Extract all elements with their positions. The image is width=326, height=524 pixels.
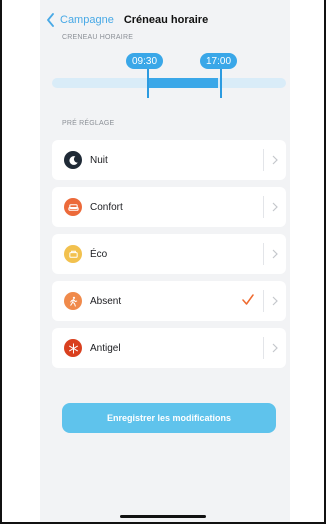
end-time-bubble[interactable]: 17:00 [200,53,238,69]
chevron-left-icon [47,13,54,27]
walking-person-icon [64,292,82,310]
preset-label: Confort [90,201,123,213]
divider [263,149,264,171]
home-indicator[interactable] [120,515,206,518]
preset-item-absent[interactable]: Absent [52,281,286,321]
end-handle[interactable] [220,68,222,98]
preset-label: Antigel [90,342,121,354]
sofa-icon [64,198,82,216]
chevron-right-icon [272,249,278,259]
start-handle[interactable] [147,68,149,98]
divider [263,337,264,359]
preset-item-confort[interactable]: Confort [52,187,286,227]
back-label: Campagne [60,14,114,26]
divider [263,243,264,265]
preset-label: Nuit [90,154,108,166]
snowflake-icon [64,339,82,357]
time-slot-slider[interactable]: 09:30 17:00 [52,50,286,100]
checkmark-icon [242,294,254,305]
divider [263,290,264,312]
navigation-bar: Campagne Créneau horaire [40,10,290,30]
preset-item-eco[interactable]: Éco [52,234,286,274]
back-button[interactable]: Campagne [40,13,114,27]
preset-list: Nuit Confort Éco Absent Antigel [52,140,286,375]
section-label-presets: PRÉ RÉGLAGE [62,120,115,127]
save-changes-button[interactable]: Enregistrer les modifications [62,403,276,433]
section-label-time-slot: CRENEAU HORAIRE [62,34,134,41]
chevron-right-icon [272,155,278,165]
eco-icon [64,245,82,263]
chevron-right-icon [272,202,278,212]
divider [263,196,264,218]
moon-icon [64,151,82,169]
device-frame-left [0,0,2,524]
preset-label: Absent [90,295,122,307]
start-time-bubble[interactable]: 09:30 [126,53,164,69]
preset-item-antigel[interactable]: Antigel [52,328,286,368]
page-title: Créneau horaire [123,14,209,26]
chevron-right-icon [272,343,278,353]
chevron-right-icon [272,296,278,306]
preset-label: Éco [90,248,108,260]
phone-screen: Campagne Créneau horaire CRENEAU HORAIRE… [0,0,326,524]
preset-item-nuit[interactable]: Nuit [52,140,286,180]
slider-selected-range [148,78,218,88]
